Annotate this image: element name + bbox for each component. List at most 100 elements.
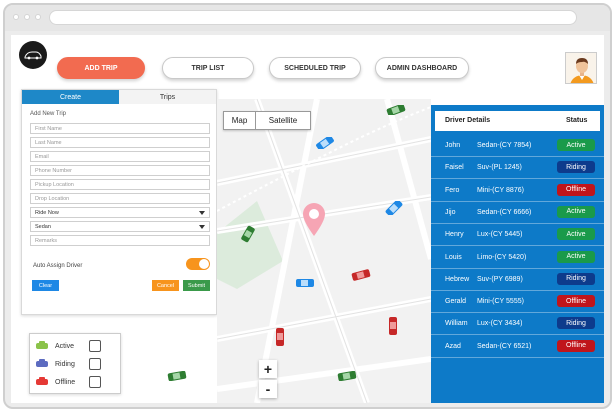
toggle-knob [199,259,209,269]
trip-list-button[interactable]: TRIP LIST [162,57,254,79]
form-title: Add New Trip [30,111,67,117]
status-badge: Active [557,139,595,151]
status-badge: Offline [557,183,595,196]
status-badge: Offline [557,295,595,308]
drop-location-field[interactable]: Drop Location [30,193,210,204]
email-field[interactable]: Email [30,151,210,162]
zoom-in-button[interactable]: + [259,360,277,378]
car-active-icon[interactable] [337,371,357,381]
ride-type-select[interactable]: Ride Now [30,207,210,218]
driver-row[interactable]: Faisel Suv-(PL 1245) Riding [431,157,604,180]
last-name-field[interactable]: Last Name [30,137,210,148]
address-bar[interactable] [49,10,577,25]
car-logo-icon [24,51,42,60]
driver-name: Azad [445,342,461,350]
tab-create[interactable]: Create [22,90,119,104]
driver-row[interactable]: Jijo Sedan-(CY 6666) Active [431,202,604,224]
auto-assign-toggle[interactable] [186,258,210,270]
form-tabs: Create Trips [22,90,216,104]
clear-button[interactable]: Clear [32,280,59,291]
legend-offline-checkbox[interactable] [89,376,101,388]
map-pin-icon[interactable] [303,203,325,237]
status-badge: Active [557,205,595,218]
scheduled-trip-button[interactable]: SCHEDULED TRIP [269,57,361,79]
app-content: ADD TRIP TRIP LIST SCHEDULED TRIP ADMIN … [11,35,604,403]
map-type-satellite-button[interactable]: Satellite [256,112,310,129]
legend-active-checkbox[interactable] [89,340,101,352]
window-dot-icon[interactable] [24,14,30,20]
driver-car: Sedan-(CY 6521) [477,342,532,350]
driver-name: Gerald [445,298,467,306]
driver-car: Lux-(CY 5445) [477,231,523,239]
legend-label: Active [55,342,75,350]
driver-name: Jijo [445,208,456,216]
driver-details-panel: Driver Details Status John Sedan-(CY 7854… [431,105,604,403]
browser-window: ADD TRIP TRIP LIST SCHEDULED TRIP ADMIN … [3,3,612,409]
map-type-map-button[interactable]: Map [224,112,256,129]
driver-car: Lux-(CY 3434) [477,320,523,328]
car-offline-icon[interactable] [388,316,398,336]
car-active-icon[interactable] [167,371,187,381]
browser-titlebar [5,5,610,31]
cancel-button[interactable]: Cancel [152,280,179,291]
ride-type-value: Ride Now [35,209,59,216]
submit-button[interactable]: Submit [183,280,210,291]
phone-field[interactable]: Phone Number [30,165,210,176]
driver-name: Louis [445,253,462,261]
driver-name: William [445,320,468,328]
car-riding-icon[interactable] [315,137,335,149]
driver-name: Fero [445,186,460,194]
car-offline-icon[interactable] [275,327,285,347]
user-avatar[interactable] [565,52,597,84]
driver-name: John [445,142,461,149]
legend-riding-checkbox[interactable] [89,358,101,370]
pickup-location-field[interactable]: Pickup Location [30,179,210,190]
remarks-field[interactable]: Remarks [30,235,210,246]
car-type-value: Sedan [35,223,51,230]
driver-row[interactable]: Azad Sedan-(CY 6521) Offline [431,336,604,358]
logo[interactable] [19,41,47,69]
window-dot-icon[interactable] [13,14,19,20]
chevron-down-icon [199,224,205,229]
user-icon [566,53,596,83]
window-dot-icon[interactable] [35,14,41,20]
car-offline-icon[interactable] [351,269,371,281]
legend-label: Riding [55,360,75,368]
status-badge: Active [557,250,595,263]
legend-label: Offline [55,378,76,386]
driver-car: Suv-(PL 1245) [477,164,522,172]
legend-row-offline: Offline [36,375,101,389]
driver-name: Henry [445,231,464,239]
create-trip-panel: Create Trips Add New Trip First Name Las… [21,89,217,315]
auto-assign-label: Auto Assign Driver [33,263,83,269]
first-name-field[interactable]: First Name [30,123,210,134]
driver-row[interactable]: Hebrew Suv-(PY 6989) Riding [431,269,604,291]
driver-row[interactable]: Gerald Mini-(CY 5555) Offline [431,291,604,314]
legend-row-active: Active [36,339,101,353]
driver-row[interactable]: John Sedan-(CY 7854) Active [431,135,604,157]
status-header: Status [566,117,588,124]
add-trip-button[interactable]: ADD TRIP [57,57,145,79]
driver-car: Mini-(CY 8876) [477,186,524,194]
driver-row[interactable]: Fero Mini-(CY 8876) Offline [431,180,604,202]
driver-car: Limo-(CY 5420) [477,253,527,261]
car-active-icon[interactable] [240,225,256,243]
driver-car: Sedan-(CY 7854) [477,142,532,149]
admin-dashboard-button[interactable]: ADMIN DASHBOARD [375,57,469,79]
car-active-icon[interactable] [386,105,406,115]
zoom-out-button[interactable]: - [259,380,277,398]
map-legend: Active Riding Offline [29,333,121,394]
driver-table-header: Driver Details Status [435,111,600,131]
status-badge: Riding [557,272,595,285]
window-controls [13,14,41,20]
car-riding-icon[interactable] [295,278,315,288]
car-type-select[interactable]: Sedan [30,221,210,232]
driver-car: Mini-(CY 5555) [477,298,524,306]
status-badge: Active [557,228,595,241]
car-riding-icon[interactable] [384,201,404,215]
car-active-icon [36,341,48,349]
driver-row[interactable]: Louis Limo-(CY 5420) Active [431,247,604,269]
driver-row[interactable]: Henry Lux-(CY 5445) Active [431,224,604,247]
tab-trips[interactable]: Trips [119,90,216,104]
driver-row[interactable]: William Lux-(CY 3434) Riding [431,313,604,336]
